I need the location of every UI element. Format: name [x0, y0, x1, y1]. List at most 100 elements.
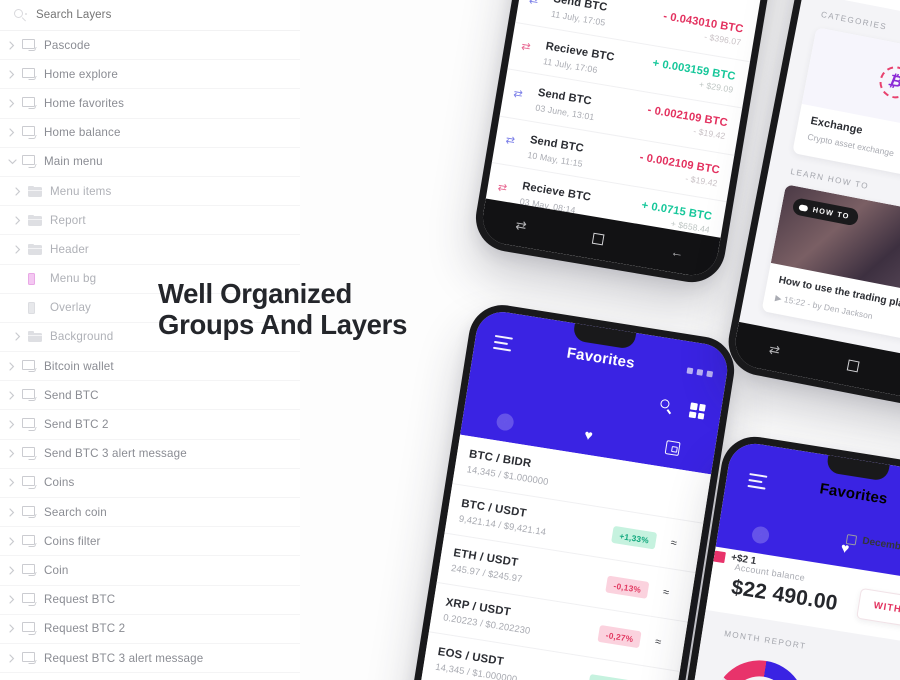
chevron-right-icon[interactable]: [2, 507, 22, 517]
folder-icon: [28, 185, 42, 197]
search-icon: [14, 8, 28, 22]
artboard-icon: [22, 38, 37, 52]
howto-badge-label: HOW TO: [811, 205, 851, 222]
transfer-arrows-icon: ⇄: [512, 87, 524, 101]
layer-row-report[interactable]: Report: [0, 206, 300, 236]
home-icon[interactable]: [847, 359, 861, 372]
bitcoin-exchange-icon: ₿: [876, 63, 900, 101]
layer-row-request-btc-2[interactable]: Request BTC 2: [0, 615, 300, 644]
artboard-icon: [22, 622, 37, 635]
layer-row-menu-items[interactable]: Menu items: [0, 177, 300, 207]
layer-row-btc-address[interactable]: BTC Address: [0, 673, 300, 680]
headline-line-2: Groups And Layers: [158, 309, 408, 341]
headline-line-1: Well Organized: [158, 278, 352, 309]
chevron-right-icon[interactable]: [2, 566, 22, 575]
phone-mockup-favorites: Favorites ♥ BTC / BIDR 14,345 / $1.000000…: [392, 300, 740, 680]
phone-notch: [825, 455, 890, 482]
layer-row-request-btc-3-alert-message[interactable]: Request BTC 3 alert message: [0, 644, 300, 674]
heart-icon: ♥: [583, 426, 595, 444]
search-layers-row[interactable]: [0, 0, 300, 31]
layer-label: Header: [50, 242, 89, 256]
layer-row-search-coin[interactable]: Search coin: [0, 498, 300, 528]
layer-row-coin[interactable]: Coin: [0, 556, 300, 586]
chevron-right-icon[interactable]: [2, 99, 22, 108]
layer-row-header[interactable]: Header: [0, 235, 300, 265]
rect-pink-icon: [28, 272, 35, 285]
layer-label: Home favorites: [44, 96, 125, 110]
layer-label: Coins filter: [44, 534, 101, 548]
layer-label: Request BTC 2: [44, 622, 126, 636]
qr-code-icon[interactable]: [688, 402, 706, 420]
wallet-icon: [664, 440, 681, 457]
home-icon[interactable]: [592, 232, 605, 245]
artboard-icon: [22, 534, 37, 548]
sparkline-icon: ≈: [662, 586, 670, 600]
chevron-right-icon[interactable]: [8, 216, 28, 225]
layer-row-send-btc-2[interactable]: Send BTC 2: [0, 410, 300, 440]
layer-label: Report: [50, 213, 86, 227]
month-report-donut-chart: [706, 653, 812, 680]
chevron-right-icon[interactable]: [2, 362, 22, 371]
artboard-icon: [22, 505, 37, 519]
chevron-right-icon[interactable]: [2, 653, 22, 663]
compass-icon: [751, 524, 771, 545]
layer-row-send-btc[interactable]: Send BTC: [0, 381, 300, 411]
sparkline-icon: ≈: [654, 635, 663, 649]
chevron-right-icon[interactable]: [2, 70, 22, 79]
folder-icon: [28, 331, 42, 343]
chevron-right-icon[interactable]: [2, 40, 22, 50]
rect-gray-icon: [28, 301, 35, 314]
change-badge: -0,27%: [597, 624, 642, 649]
layer-row-coins-filter[interactable]: Coins filter: [0, 527, 300, 557]
chevron-right-icon[interactable]: [2, 420, 22, 429]
back-icon[interactable]: ←: [670, 243, 685, 260]
layer-row-send-btc-3-alert-message[interactable]: Send BTC 3 alert message: [0, 440, 300, 469]
transfer-arrows-icon: ⇄: [528, 0, 540, 8]
layer-row-coins[interactable]: Coins: [0, 469, 300, 498]
folder-icon: [28, 243, 42, 255]
layer-label: Home explore: [44, 67, 118, 81]
layer-row-bitcoin-wallet[interactable]: Bitcoin wallet: [0, 352, 300, 382]
layer-row-home-explore[interactable]: Home explore: [0, 60, 300, 90]
artboard-icon: [22, 476, 37, 489]
layer-row-home-favorites[interactable]: Home favorites: [0, 89, 300, 119]
artboard-icon: [22, 96, 37, 110]
chevron-right-icon[interactable]: [8, 245, 28, 254]
layer-row-main-menu[interactable]: Main menu: [0, 148, 300, 177]
change-badge: +1,33%: [611, 525, 658, 550]
artboard-icon: [22, 67, 37, 81]
layer-row-request-btc[interactable]: Request BTC: [0, 586, 300, 615]
layer-label: Overlay: [50, 301, 91, 315]
favorites-pair-list: BTC / BIDR 14,345 / $1.000000 BTC / USDT 9,…: [400, 434, 711, 680]
layer-label: Coins: [44, 476, 75, 490]
recents-icon[interactable]: ⇄: [768, 341, 782, 359]
chevron-right-icon[interactable]: [2, 478, 22, 488]
page-headline: Well Organized Groups And Layers: [158, 278, 407, 341]
chevron-down-icon[interactable]: [2, 159, 22, 165]
chevron-right-icon[interactable]: [2, 537, 22, 546]
layer-row-home-balance[interactable]: Home balance: [0, 119, 300, 148]
transaction-list: ⇄ Send BTC 11 July, 17:05- 0.043010 BTC - $…: [478, 0, 758, 280]
chevron-right-icon[interactable]: [2, 449, 22, 458]
compass-icon: [495, 411, 515, 432]
chevron-right-icon[interactable]: [2, 624, 22, 633]
layer-label: Menu items: [50, 184, 112, 198]
chevron-right-icon[interactable]: [2, 391, 22, 400]
search-input[interactable]: [36, 9, 236, 21]
layer-label: Send BTC 2: [44, 418, 109, 432]
change-badge: -0,13%: [605, 575, 650, 599]
layer-label: Request BTC 3 alert message: [44, 651, 204, 665]
sparkline-icon: ≈: [669, 537, 678, 550]
chevron-right-icon[interactable]: [8, 186, 28, 196]
chevron-right-icon[interactable]: [2, 595, 22, 604]
chevron-right-icon[interactable]: [8, 332, 28, 342]
layer-label: Request BTC: [44, 593, 116, 607]
layer-label: Background: [50, 330, 114, 344]
transfer-arrows-icon: ⇄: [520, 40, 532, 54]
layer-label: Home balance: [44, 126, 121, 140]
search-icon[interactable]: [659, 398, 674, 414]
layer-label: Send BTC 3 alert message: [44, 447, 187, 461]
layer-row-pascode[interactable]: Pascode: [0, 31, 300, 61]
chevron-right-icon[interactable]: [2, 128, 22, 137]
recents-icon[interactable]: ⇄: [514, 217, 528, 235]
